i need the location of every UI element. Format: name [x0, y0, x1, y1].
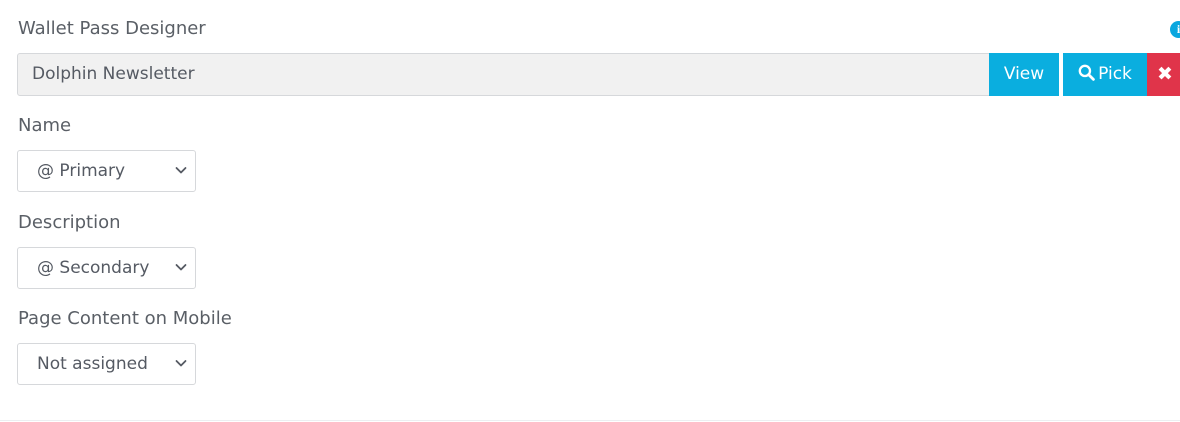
name-select-value: @ Primary [37, 161, 126, 181]
description-select-value: @ Secondary [37, 258, 150, 278]
page-content-mobile-select[interactable]: Not assigned [17, 343, 196, 385]
chevron-down-icon [175, 264, 187, 271]
page-content-mobile-select-value: Not assigned [37, 354, 148, 374]
info-icon[interactable]: i [1170, 21, 1180, 38]
description-select[interactable]: @ Secondary [17, 247, 196, 289]
chevron-down-icon [175, 360, 187, 367]
wallet-pass-settings-panel: Wallet Pass Designer i Dolphin Newslette… [0, 0, 1180, 421]
pick-button-label: Pick [1098, 64, 1132, 84]
chevron-down-icon [175, 167, 187, 174]
pick-button[interactable]: Pick [1063, 53, 1147, 96]
view-button[interactable]: View [989, 53, 1059, 96]
description-label: Description [18, 212, 121, 233]
wallet-pass-picker: Dolphin Newsletter View Pick ✖ [17, 53, 1180, 96]
name-label: Name [18, 115, 72, 136]
name-select[interactable]: @ Primary [17, 150, 196, 192]
page-content-mobile-label: Page Content on Mobile [18, 308, 232, 329]
wallet-pass-designer-label: Wallet Pass Designer [18, 18, 206, 39]
remove-button[interactable]: ✖ [1147, 53, 1180, 96]
wallet-pass-value-field: Dolphin Newsletter [17, 53, 1005, 96]
search-icon [1078, 64, 1095, 81]
close-icon: ✖ [1157, 63, 1173, 85]
